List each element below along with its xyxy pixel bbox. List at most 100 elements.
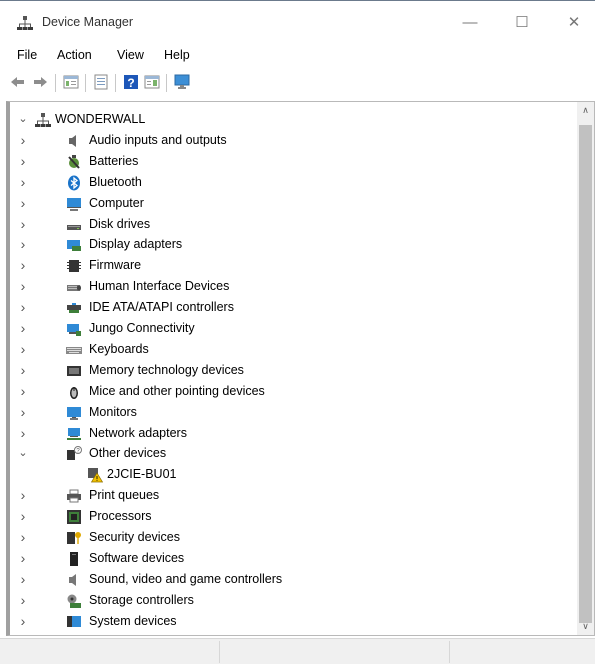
chevron-right-icon[interactable]: › xyxy=(16,381,30,402)
back-icon[interactable] xyxy=(9,73,27,91)
tree-device-item[interactable]: 2JCIE-BU01 xyxy=(10,464,580,485)
tree-category-item[interactable]: › Batteries xyxy=(10,151,580,172)
tree-category-item[interactable]: › IDE ATA/ATAPI controllers xyxy=(10,297,580,318)
chevron-right-icon[interactable]: › xyxy=(16,193,30,214)
tree-category-item[interactable]: › System devices xyxy=(10,611,580,632)
tree-root[interactable]: ⌄ WONDERWALL xyxy=(10,109,580,130)
tree-category-item[interactable]: › Bluetooth xyxy=(10,172,580,193)
scroll-up-icon[interactable]: ∧ xyxy=(577,102,594,119)
tree-item-label: Jungo Connectivity xyxy=(89,321,195,335)
tree-category-item[interactable]: › Audio inputs and outputs xyxy=(10,130,580,151)
scrollbar-thumb[interactable] xyxy=(579,125,592,623)
tree-category-item[interactable]: › Print queues xyxy=(10,485,580,506)
display-adapter-icon xyxy=(66,237,82,253)
chevron-right-icon[interactable]: › xyxy=(16,130,30,151)
tree-item-label: Memory technology devices xyxy=(89,362,244,377)
tree-category-item[interactable]: › Mice and other pointing devices xyxy=(10,381,580,402)
tree-category-item[interactable]: › Computer xyxy=(10,193,580,214)
tree-category-item[interactable]: › Security devices xyxy=(10,527,580,548)
help-icon[interactable]: ? xyxy=(122,73,140,91)
menu-help[interactable]: Help xyxy=(164,48,190,62)
tree-category-item[interactable]: › Monitors xyxy=(10,402,580,423)
tree-item-label: Bluetooth xyxy=(89,174,142,189)
chevron-right-icon[interactable]: › xyxy=(16,590,30,611)
minimize-button[interactable]: — xyxy=(452,9,488,37)
storage-controller-icon xyxy=(66,593,82,609)
tree-category-item[interactable]: › Human Interface Devices xyxy=(10,276,580,297)
chevron-right-icon[interactable]: › xyxy=(16,423,30,444)
chevron-right-icon[interactable]: › xyxy=(16,214,30,235)
tree-category-item[interactable]: › Software devices xyxy=(10,548,580,569)
chevron-right-icon[interactable]: › xyxy=(16,172,30,193)
tree-category-item[interactable]: › Keyboards xyxy=(10,339,580,360)
keyboard-icon xyxy=(66,342,82,358)
ide-controller-icon xyxy=(66,300,82,316)
menu-view[interactable]: View xyxy=(117,48,144,62)
toolbar-separator xyxy=(166,74,167,92)
tree-category-item[interactable]: › Memory technology devices xyxy=(10,360,580,381)
scroll-down-icon[interactable]: ∨ xyxy=(577,618,594,635)
properties-icon[interactable] xyxy=(92,73,110,91)
tree-category-item[interactable]: › Storage controllers xyxy=(10,590,580,611)
svg-text:?: ? xyxy=(127,76,134,90)
tree-item-label: Batteries xyxy=(89,153,139,168)
speaker-icon xyxy=(66,133,82,149)
warning-device-icon xyxy=(87,467,104,483)
show-hide-console-tree-icon[interactable] xyxy=(62,73,80,91)
status-pane xyxy=(220,641,450,663)
chevron-right-icon[interactable]: › xyxy=(16,548,30,569)
tree-item-label: Software devices xyxy=(89,550,185,565)
status-bar xyxy=(0,638,595,664)
menu-file[interactable]: File xyxy=(17,48,37,62)
tree-item-label: Keyboards xyxy=(89,341,149,356)
tree-category-item[interactable]: › Sound, video and game controllers xyxy=(10,569,580,590)
jungo-icon xyxy=(66,321,82,337)
toolbar-separator xyxy=(115,74,116,92)
chevron-right-icon[interactable]: › xyxy=(16,255,30,276)
printer-icon xyxy=(66,488,82,504)
tree-category-item[interactable]: › Firmware xyxy=(10,255,580,276)
tree-category-item[interactable]: ⌄? Other devices xyxy=(10,443,580,464)
tree-item-label: Network adapters xyxy=(89,425,187,440)
chevron-right-icon[interactable]: › xyxy=(16,318,30,339)
vertical-scrollbar[interactable]: ∧ ∨ xyxy=(577,102,594,635)
tree-category-item[interactable]: › Display adapters xyxy=(10,234,580,255)
chevron-right-icon[interactable]: › xyxy=(16,506,30,527)
tree-item-label: Firmware xyxy=(89,258,142,273)
software-device-icon xyxy=(66,551,82,567)
tree-category-item[interactable]: › Disk drives xyxy=(10,214,580,235)
chevron-right-icon[interactable]: › xyxy=(16,339,30,360)
disk-drive-icon xyxy=(66,217,82,233)
chevron-right-icon[interactable]: › xyxy=(16,297,30,318)
network-adapter-icon xyxy=(66,426,82,442)
tree-item-label: Sound, video and game controllers xyxy=(89,571,283,586)
chevron-right-icon[interactable]: › xyxy=(16,151,30,172)
device-tree: ⌄ WONDERWALL › Audio inputs and outputs › B… xyxy=(6,101,595,636)
chevron-right-icon[interactable]: › xyxy=(16,402,30,423)
firmware-icon xyxy=(66,258,82,274)
chevron-right-icon[interactable]: › xyxy=(16,276,30,297)
tree-category-item[interactable]: › Network adapters xyxy=(10,423,580,444)
chevron-down-icon[interactable]: ⌄ xyxy=(16,109,30,130)
chevron-right-icon[interactable]: › xyxy=(16,527,30,548)
chevron-right-icon[interactable]: › xyxy=(16,569,30,590)
tree-category-item[interactable]: › Jungo Connectivity xyxy=(10,318,580,339)
tree-category-item[interactable]: › Processors xyxy=(10,506,580,527)
action-pane-icon[interactable] xyxy=(143,73,161,91)
chevron-right-icon[interactable]: › xyxy=(16,360,30,381)
chevron-right-icon[interactable]: › xyxy=(16,485,30,506)
menu-bar: File Action View Help xyxy=(0,42,595,68)
device-manager-icon xyxy=(17,15,33,31)
monitor-icon[interactable] xyxy=(173,73,191,91)
maximize-button[interactable]: ☐ xyxy=(504,9,540,37)
hid-icon xyxy=(66,279,82,295)
close-button[interactable]: ✕ xyxy=(556,9,592,37)
menu-action[interactable]: Action xyxy=(57,48,92,62)
chevron-right-icon[interactable]: › xyxy=(16,234,30,255)
chevron-down-icon[interactable]: ⌄ xyxy=(16,443,30,464)
window-title: Device Manager xyxy=(42,15,134,29)
tree-item-label: Print queues xyxy=(89,488,160,503)
toolbar-separator xyxy=(85,74,86,92)
forward-icon[interactable] xyxy=(31,73,49,91)
chevron-right-icon[interactable]: › xyxy=(16,611,30,632)
